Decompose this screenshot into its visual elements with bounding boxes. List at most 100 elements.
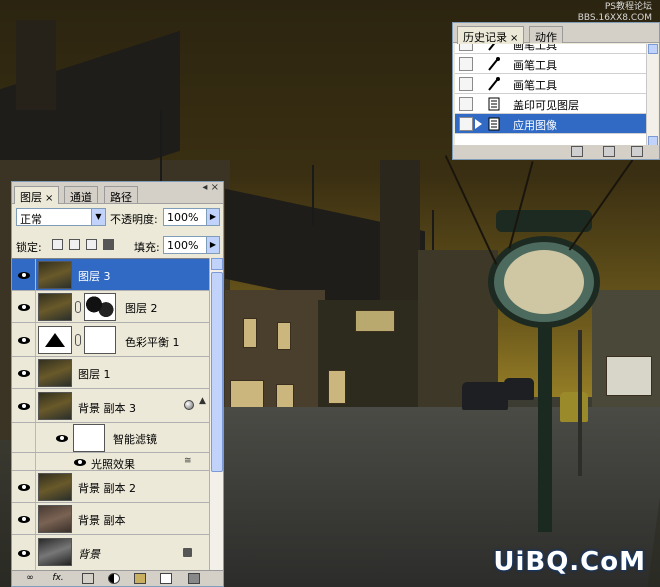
history-item-selected[interactable]: 应用图像	[455, 114, 647, 134]
trash-icon[interactable]	[188, 573, 200, 584]
layer-name: 背景 副本	[78, 514, 126, 527]
mask-icon[interactable]	[82, 573, 94, 584]
opacity-input[interactable]: 100%	[163, 208, 207, 226]
layer-row-smart-filters[interactable]: 智能滤镜	[12, 423, 209, 453]
blend-mode-value: 正常	[20, 213, 42, 226]
layer-row-background-copy-2[interactable]: 背景 副本 2	[12, 471, 209, 503]
notice-board	[606, 356, 652, 396]
layer-row-background-copy-3[interactable]: 背景 副本 3 ▲	[12, 389, 209, 423]
tab-layers[interactable]: 图层 ×	[14, 186, 60, 204]
layer-name: 图层 1	[78, 368, 111, 381]
eye-icon[interactable]	[17, 480, 31, 494]
lock-pixels-icon[interactable]	[69, 239, 80, 250]
collapse-icon[interactable]: ◂	[202, 182, 207, 193]
history-item[interactable]: 盖印可见图层	[455, 94, 647, 114]
layer-row-layer-2[interactable]: 图层 2	[12, 291, 209, 323]
layer-thumbnail	[38, 392, 72, 420]
blend-mode-select[interactable]: 正常 ▼	[16, 208, 106, 226]
history-snapshot-checkbox[interactable]	[459, 57, 473, 71]
window	[355, 310, 395, 332]
new-layer-icon[interactable]	[160, 573, 172, 584]
layer-name: 背景	[78, 548, 100, 561]
tree-branch	[568, 159, 634, 251]
camera-icon[interactable]	[603, 146, 615, 157]
fill-input[interactable]: 100%	[163, 236, 207, 254]
chain-link-icon[interactable]	[75, 334, 81, 346]
eye-icon[interactable]	[17, 268, 31, 282]
eye-icon[interactable]	[17, 399, 31, 413]
smart-object-icon[interactable]	[184, 400, 194, 410]
eye-icon[interactable]	[55, 431, 69, 445]
layer-name: 色彩平衡 1	[125, 336, 180, 349]
antenna	[312, 165, 314, 225]
adjustment-icon[interactable]	[108, 573, 120, 584]
layer-row-layer-3[interactable]: 图层 3	[12, 259, 209, 291]
fx-icon[interactable]: fx.	[52, 573, 64, 584]
tab-actions-label: 动作	[535, 31, 557, 44]
eye-icon[interactable]	[17, 366, 31, 380]
scroll-up-icon[interactable]	[648, 44, 658, 54]
trash-icon[interactable]	[631, 146, 643, 157]
layer-row-layer-1[interactable]: 图层 1	[12, 357, 209, 389]
history-item[interactable]: 画笔工具	[455, 54, 647, 74]
close-icon[interactable]: ×	[510, 33, 518, 44]
expand-arrow-icon[interactable]: ▲	[199, 396, 206, 406]
history-panel: 历史记录 × 动作 画笔工具 画笔工具 画笔工具 盖印可见图层 应用图像	[452, 22, 660, 160]
lock-label: 锁定:	[16, 241, 42, 254]
church-tower	[380, 160, 420, 300]
filter-options-icon[interactable]: ≅	[184, 456, 192, 466]
fill-slider-arrow-icon[interactable]: ▶	[206, 236, 220, 254]
eye-icon[interactable]	[17, 546, 31, 560]
tab-history[interactable]: 历史记录 ×	[457, 26, 525, 44]
layers-scrollbar[interactable]	[209, 258, 223, 570]
history-snapshot-checkbox[interactable]	[459, 97, 473, 111]
layer-row-background-copy[interactable]: 背景 副本	[12, 503, 209, 535]
panel-controls: ◂ ×	[202, 182, 219, 193]
close-icon[interactable]: ×	[211, 182, 219, 193]
eye-icon[interactable]	[17, 300, 31, 314]
history-item[interactable]: 画笔工具	[455, 74, 647, 94]
sign-post	[538, 300, 552, 532]
fill-label: 填充:	[134, 241, 160, 254]
folder-icon[interactable]	[134, 573, 146, 584]
lock-position-icon[interactable]	[86, 239, 97, 250]
new-document-from-state-icon[interactable]	[571, 146, 583, 157]
eye-icon[interactable]	[17, 512, 31, 526]
history-item[interactable]: 画笔工具	[455, 44, 647, 54]
history-item-label: 画笔工具	[513, 79, 557, 92]
scrollbar-thumb[interactable]	[211, 272, 223, 472]
smart-filter-mask-thumbnail[interactable]	[73, 424, 105, 452]
close-icon[interactable]: ×	[45, 193, 53, 204]
chain-link-icon[interactable]	[75, 301, 81, 313]
lock-all-icon[interactable]	[103, 239, 114, 250]
layer-row-background[interactable]: 背景	[12, 535, 209, 570]
layer-mask-thumbnail[interactable]	[84, 293, 116, 321]
history-scrollbar[interactable]	[646, 44, 658, 146]
history-item-label: 盖印可见图层	[513, 99, 579, 112]
eye-icon[interactable]	[73, 455, 87, 469]
tab-channels[interactable]: 通道	[64, 186, 98, 204]
layer-thumbnail	[38, 359, 72, 387]
tab-layers-label: 图层	[20, 191, 42, 204]
eye-icon[interactable]	[17, 333, 31, 347]
layer-name: 图层 3	[78, 270, 111, 283]
lock-transparency-icon[interactable]	[52, 239, 63, 250]
layer-row-lighting-effects[interactable]: 光照效果 ≅	[12, 453, 209, 471]
layer-mask-thumbnail[interactable]	[84, 326, 116, 354]
blend-opacity-row: 正常 ▼ 不透明度: 100% ▶	[12, 205, 223, 227]
opacity-slider-arrow-icon[interactable]: ▶	[206, 208, 220, 226]
tab-actions[interactable]: 动作	[529, 26, 563, 44]
history-snapshot-checkbox[interactable]	[459, 117, 473, 131]
row-divider	[35, 291, 36, 322]
link-icon[interactable]: ∞	[24, 573, 36, 584]
history-snapshot-checkbox[interactable]	[459, 77, 473, 91]
chevron-down-icon[interactable]: ▼	[91, 209, 105, 225]
lock-fill-row: 锁定: 填充: 100% ▶	[12, 234, 223, 256]
layer-row-color-balance[interactable]: 色彩平衡 1	[12, 323, 209, 357]
history-snapshot-checkbox[interactable]	[459, 44, 473, 51]
adjustment-layer-icon	[38, 326, 72, 354]
tab-paths[interactable]: 路径	[104, 186, 138, 204]
scroll-up-icon[interactable]	[211, 258, 223, 270]
row-divider	[35, 323, 36, 356]
tab-paths-label: 路径	[110, 191, 132, 204]
